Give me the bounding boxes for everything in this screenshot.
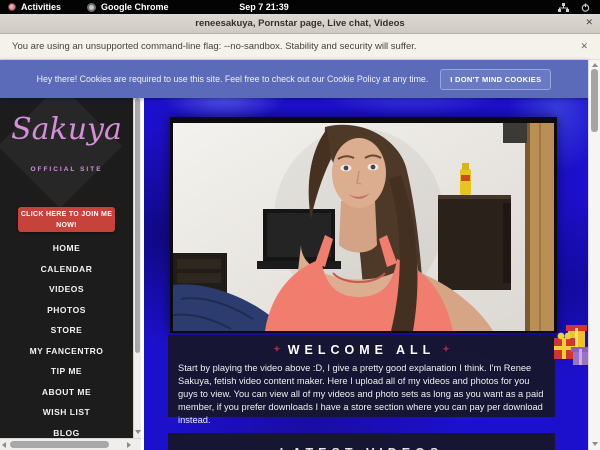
logo-last-name: Sakuya (0, 112, 133, 147)
sidebar-item-calendar[interactable]: CALENDAR (0, 259, 133, 280)
join-now-button[interactable]: CLICK HERE TO JOIN ME NOW! (18, 207, 115, 232)
dresser (438, 195, 511, 290)
browser-scroll-thumb[interactable] (591, 69, 598, 132)
gifts-graphic (553, 322, 588, 368)
sidebar-item-my-fancentro[interactable]: MY FANCENTRO (0, 341, 133, 362)
sidebar-item-home[interactable]: HOME (0, 238, 133, 259)
scroll-down-arrow-icon[interactable] (592, 442, 598, 446)
chrome-infobar: You are using an unsupported command-lin… (0, 34, 600, 60)
infobar-close-button[interactable]: ✕ (580, 41, 588, 52)
cookie-accept-button[interactable]: I DON'T MIND COOKIES (440, 69, 551, 90)
sidebar-item-wish-list[interactable]: WISH LIST (0, 402, 133, 423)
sidebar-menu: HOME CALENDAR VIDEOS PHOTOS STORE MY FAN… (0, 238, 133, 438)
scroll-left-arrow-icon[interactable] (2, 442, 6, 448)
welcome-paragraph: Start by playing the video above :D, I g… (178, 362, 545, 427)
window-close-button[interactable]: ✕ (585, 17, 593, 28)
latest-videos-title: LATEST VIDEOS (168, 433, 555, 450)
star-decor-icon: ✦ (442, 344, 450, 354)
window-title-bar: reneesakuya, Pornstar page, Live chat, V… (0, 14, 600, 34)
browser-scrollbar[interactable] (588, 60, 600, 450)
welcome-heading: ✦ WELCOME ALL ✦ (168, 335, 555, 357)
power-icon[interactable] (581, 3, 590, 12)
sidebar-item-videos[interactable]: VIDEOS (0, 279, 133, 300)
door (525, 123, 554, 331)
page-viewport: Renee Sakuya OFFICIAL SITE CLICK HERE TO… (0, 60, 600, 450)
clock-button[interactable]: Sep 7 21:39 (0, 2, 528, 12)
cookie-banner: Hey there! Cookies are required to use t… (0, 60, 588, 98)
sidebar-item-about-me[interactable]: ABOUT ME (0, 382, 133, 403)
scroll-up-arrow-icon[interactable] (592, 63, 598, 67)
webcam-video-still (173, 123, 554, 331)
gnome-top-bar: Activities Google Chrome Sep 7 21:39 (0, 0, 600, 14)
shelf (503, 123, 527, 143)
sidebar-item-blog[interactable]: BLOG (0, 423, 133, 439)
infobar-message: You are using an unsupported command-lin… (12, 41, 417, 52)
sidebar-item-tip-me[interactable]: TIP ME (0, 361, 133, 382)
scroll-right-arrow-icon[interactable] (127, 442, 131, 448)
webcam-video-player[interactable] (170, 117, 557, 333)
sidebar-vertical-scroll-thumb[interactable] (135, 98, 140, 353)
star-decor-icon: ✦ (273, 344, 281, 354)
sidebar-horizontal-scrollbar[interactable] (0, 438, 141, 450)
sidebar-item-store[interactable]: STORE (0, 320, 133, 341)
logo-tagline: OFFICIAL SITE (0, 166, 133, 173)
network-icon[interactable] (558, 3, 569, 12)
welcome-title: WELCOME ALL (288, 343, 436, 357)
latest-videos-section: LATEST VIDEOS (168, 433, 555, 450)
main-content: ✦ WELCOME ALL ✦ Start by playing the video… (144, 60, 588, 450)
sidebar-item-photos[interactable]: PHOTOS (0, 300, 133, 321)
sidebar-vertical-scrollbar[interactable] (133, 60, 141, 438)
sidebar: Renee Sakuya OFFICIAL SITE CLICK HERE TO… (0, 60, 133, 438)
cookie-message: Hey there! Cookies are required to use t… (37, 74, 429, 84)
sidebar-horizontal-scroll-thumb[interactable] (10, 441, 109, 448)
window-title: reneesakuya, Pornstar page, Live chat, V… (195, 18, 404, 29)
welcome-section: ✦WELCOME ALL✦ Start by playing the video… (168, 335, 555, 417)
